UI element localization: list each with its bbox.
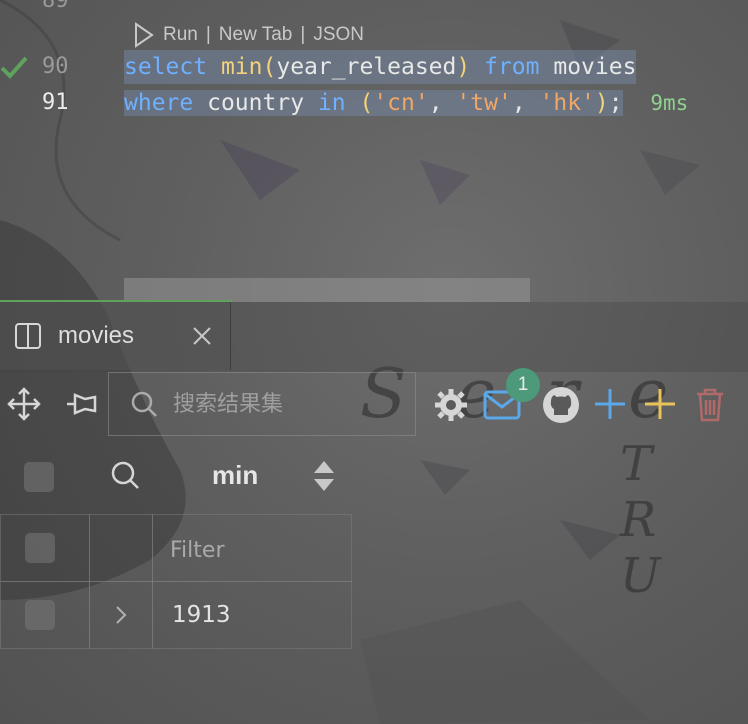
pin-button[interactable]	[64, 386, 100, 422]
punctuation: ;	[608, 90, 623, 116]
filter-expand-cell	[89, 514, 153, 582]
sql-string: 'tw'	[456, 90, 512, 116]
line-number: 91	[42, 90, 69, 115]
sql-string: 'hk'	[539, 90, 595, 116]
tab-movies[interactable]: movies	[0, 302, 231, 370]
settings-button[interactable]	[432, 386, 470, 424]
filter-input[interactable]: Filter	[170, 538, 224, 563]
sql-keyword: in	[317, 90, 346, 116]
chevron-right-icon[interactable]	[114, 604, 128, 626]
codelens-bar: Run | New Tab | JSON	[133, 22, 364, 48]
pin-icon	[67, 393, 97, 415]
line-number: 89	[42, 0, 69, 13]
punctuation: ,	[428, 90, 457, 116]
search-icon	[111, 461, 139, 489]
filter-row-checkbox[interactable]	[25, 533, 55, 563]
plus-icon	[595, 389, 625, 419]
sql-editor[interactable]: 89 Run | New Tab | JSON 90 select min(ye…	[0, 0, 748, 302]
column-header-min[interactable]: min	[212, 460, 258, 491]
github-icon	[543, 387, 579, 423]
results-toolbar: 1	[0, 368, 748, 440]
new-tab-link[interactable]: New Tab	[219, 24, 293, 46]
sql-identifier: country	[207, 90, 305, 116]
code-line[interactable]: select min(year_released) from movies	[124, 50, 637, 84]
code-line[interactable]: where country in ('cn', 'tw', 'hk'); 9ms	[124, 86, 688, 120]
sql-keyword: where	[124, 90, 194, 116]
run-link[interactable]: Run	[163, 24, 198, 46]
move-icon	[7, 387, 41, 421]
cell-value-min: 1913	[172, 602, 231, 628]
search-input[interactable]	[171, 390, 415, 418]
notification-badge: 1	[506, 368, 540, 402]
results-tabbar: movies	[0, 302, 748, 372]
delete-button[interactable]	[692, 386, 728, 424]
column-search-button[interactable]	[108, 458, 142, 492]
codelens-separator: |	[205, 24, 211, 45]
select-all-checkbox[interactable]	[24, 462, 54, 492]
add-row-button[interactable]	[592, 386, 628, 422]
search-icon	[131, 391, 157, 417]
gear-icon	[435, 389, 467, 421]
sql-function: min	[220, 54, 263, 80]
sort-button[interactable]	[310, 456, 338, 496]
punctuation: ,	[511, 90, 540, 116]
plus-icon	[645, 389, 675, 419]
editor-line-91[interactable]: 91 where country in ('cn', 'tw', 'hk'); …	[0, 86, 748, 120]
table-icon	[15, 323, 41, 349]
sort-icon	[314, 461, 334, 491]
filter-checkbox-cell	[0, 514, 90, 582]
github-button[interactable]	[540, 384, 582, 426]
results-search[interactable]	[108, 372, 416, 436]
paren: (	[359, 90, 374, 116]
row-expand-cell[interactable]	[89, 581, 153, 649]
line-number: 90	[42, 54, 69, 79]
tab-label: movies	[58, 322, 135, 349]
row-checkbox[interactable]	[25, 600, 55, 630]
results-header: min	[0, 442, 748, 512]
row-checkbox-cell	[0, 581, 90, 649]
move-button[interactable]	[6, 386, 42, 422]
sql-string: 'cn'	[373, 90, 429, 116]
sql-keyword: select	[124, 54, 208, 80]
sql-identifier: year_released	[276, 54, 457, 80]
trash-icon	[697, 388, 723, 422]
sql-identifier: movies	[553, 54, 637, 80]
json-link[interactable]: JSON	[313, 24, 364, 46]
horizontal-scrollbar[interactable]	[124, 278, 530, 302]
sql-keyword: from	[484, 54, 540, 80]
editor-line-90[interactable]: 90 select min(year_released) from movies	[0, 50, 748, 84]
paren: (	[262, 54, 277, 80]
paren: )	[594, 90, 609, 116]
add-column-button[interactable]	[642, 386, 678, 422]
codelens-separator: |	[300, 24, 306, 45]
run-icon[interactable]	[133, 22, 155, 48]
close-icon[interactable]	[190, 324, 214, 348]
paren: )	[456, 54, 471, 80]
query-timing: 9ms	[650, 91, 689, 115]
results-panel: movies 搜索结果集 1 min Filter 1913	[0, 302, 748, 724]
success-check-icon	[0, 56, 28, 79]
editor-line-89: 89	[0, 0, 748, 18]
